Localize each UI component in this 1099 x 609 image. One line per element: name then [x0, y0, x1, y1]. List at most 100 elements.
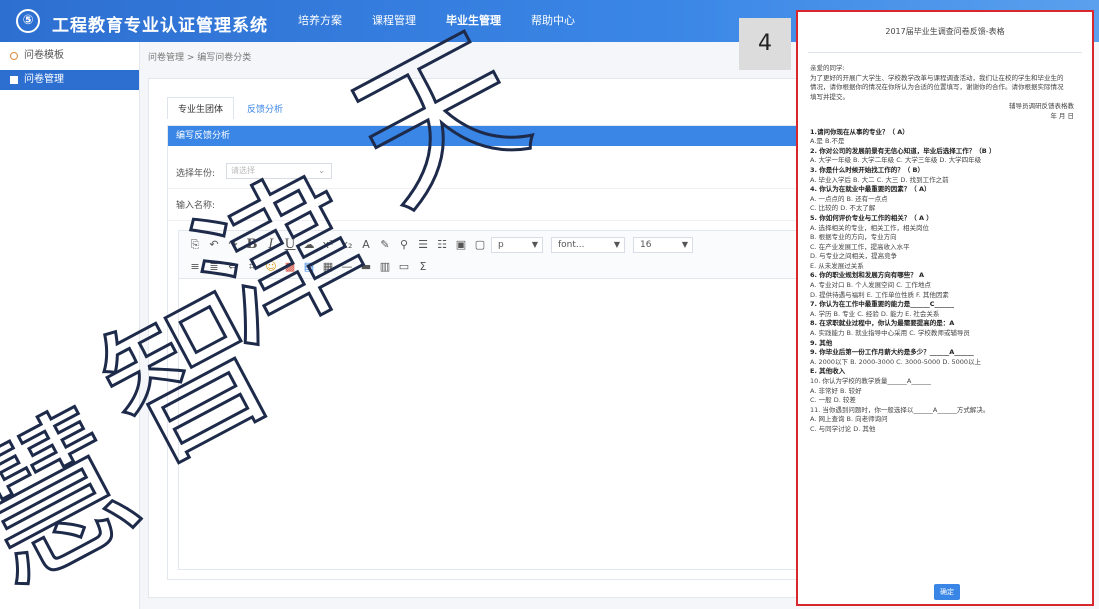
document-line: A. 2000以下 B. 2000-3000 C. 3000-5000 D. 5…: [810, 357, 982, 366]
table-icon[interactable]: ▥: [377, 259, 393, 275]
italic-icon[interactable]: I: [263, 237, 279, 253]
document-line: A. 大学一年级 B. 大学二年级 C. 大学三年级 D. 大学四年级: [810, 156, 982, 165]
caret-down-icon: ▼: [531, 240, 538, 249]
source-icon[interactable]: ⎘: [187, 237, 203, 253]
link-icon[interactable]: ⇔: [225, 259, 241, 275]
document-line: 亲爱的同学:: [810, 64, 845, 72]
video-icon[interactable]: ▤: [301, 259, 317, 275]
select-all-icon[interactable]: ▣: [453, 237, 469, 253]
document-line: A. 学历 B. 专业 C. 经验 D. 能力 E. 社会关系: [810, 309, 940, 318]
sidebar-item-label: 问卷模板: [24, 50, 64, 61]
edit-panel: 编写反馈分析 选择年份: 请选择 ⌄ 输入名称: ⎘ ↶ ↷ B I U ☁ x…: [167, 125, 806, 580]
document-line: D. 提供待遇与福利 E. 工作单位性质 F. 其他因素: [810, 290, 949, 299]
document-line: 填写并提交。: [810, 92, 849, 101]
unordered-list-icon[interactable]: ☷: [434, 237, 450, 253]
superscript-icon[interactable]: x²: [320, 237, 336, 253]
align-center-icon[interactable]: ≣: [206, 259, 222, 275]
step-badge: 4: [739, 18, 791, 70]
image-icon[interactable]: ▩: [282, 259, 298, 275]
sidebar-item-label: 问卷管理: [24, 74, 64, 85]
document-line: B. 根据专业的方向，专业方向: [810, 233, 897, 242]
document-line: A. 选择相关的专业，相关工作，相关岗位: [810, 223, 929, 232]
document-line: 9. 其他: [810, 338, 833, 347]
document-line: 10. 你认为学校的教学质量______A______: [810, 377, 931, 385]
document-line: 6. 你的职业规划和发展方向有哪些？ A: [810, 271, 925, 280]
document-line: A. 网上查询 B. 向老师询问: [810, 415, 888, 424]
document-line: A. 实践能力 B. 就业指导中心采用 C. 学校教师或辅导员: [810, 329, 970, 338]
font-size-select-value: 16: [640, 240, 652, 250]
document-line: A. 毕业入学后 B. 大二 C. 大三 D. 找到工作之前: [810, 175, 949, 184]
template-icon[interactable]: ▭: [396, 259, 412, 275]
paragraph-select[interactable]: p ▼: [491, 237, 543, 253]
nav-item-graduate-management[interactable]: 毕业生管理: [446, 0, 527, 42]
sidebar-item-survey-template[interactable]: 问卷模板: [0, 46, 139, 66]
horizontal-rule-icon[interactable]: —: [339, 259, 355, 275]
document-line: A. 专业对口 B. 个人发展空间 C. 工作地点: [810, 281, 931, 290]
subscript-icon[interactable]: x₂: [339, 237, 355, 253]
breadcrumb: 问卷管理 > 编写问卷分类: [148, 53, 252, 63]
document-line: 2. 你对公司的发展前景有无信心知道，毕业后选择工作？（B ）: [810, 146, 996, 155]
toolbar-row-2: ≡ ≣ ⇔ ⌗ ☺ ▩ ▤ ▦ — ▬ ▥ ▭ Σ: [187, 259, 434, 275]
document-line: 辅导员调研反馈表格教: [1009, 102, 1074, 111]
logo-icon: ⑤: [16, 9, 40, 33]
document-line: C. 比较的 D. 不太了解: [810, 204, 876, 213]
circle-icon: [10, 52, 18, 60]
nav-item-help-center[interactable]: 帮助中心: [531, 0, 601, 42]
confirm-button[interactable]: 确定: [934, 584, 960, 600]
sidebar-item-survey-management[interactable]: 问卷管理: [0, 70, 139, 90]
document-line: C. 与同学讨论 D. 其他: [810, 424, 876, 433]
tab-feedback-analysis[interactable]: 反馈分析: [236, 97, 295, 119]
toolbar-row-1: ⎘ ↶ ↷ B I U ☁ x² x₂ A ✎ ⚲ ☰ ☷ ▣ ▢ p ▼ fo…: [187, 237, 701, 253]
redo-icon[interactable]: ↷: [225, 237, 241, 253]
highlight-icon[interactable]: ✎: [377, 237, 393, 253]
year-row: 选择年份: 请选择 ⌄: [176, 163, 332, 179]
app-title: 工程教育专业认证管理系统: [52, 16, 268, 36]
formula-icon[interactable]: Σ: [415, 259, 431, 275]
underline-icon[interactable]: U: [282, 237, 298, 253]
tab-graduate-group[interactable]: 专业生团体: [167, 97, 235, 119]
divider: [168, 188, 805, 189]
nav-item-training-plan[interactable]: 培养方案: [298, 0, 368, 42]
font-family-select[interactable]: font... ▼: [551, 237, 625, 253]
font-family-select-value: font...: [558, 240, 585, 250]
document-line: 8. 在求职就业过程中，你认为最需要提高的是：A: [810, 319, 955, 328]
eraser-icon[interactable]: ⚲: [396, 237, 412, 253]
document-line: 4. 你认为在就业中最重要的因素？（ A）: [810, 185, 931, 194]
strikethrough-icon[interactable]: ☁: [301, 237, 317, 253]
grid-icon: [10, 76, 18, 84]
document-preview: 2017届毕业生调查问卷反馈-表格 亲爱的同学: 为了更好的开展广大学生、学校教学…: [796, 10, 1094, 606]
undo-icon[interactable]: ↶: [206, 237, 222, 253]
caret-down-icon: ▼: [681, 240, 688, 249]
document-line: 9. 你毕业后第一份工作月薪大约是多少？______A______: [810, 348, 974, 357]
anchor-icon[interactable]: ⌗: [244, 259, 260, 275]
divider: [808, 52, 1082, 53]
document-line: 3. 你是什么时候开始找工作的？（ B）: [810, 165, 924, 174]
clear-doc-icon[interactable]: ▢: [472, 237, 488, 253]
document-line: E. 其他收入: [810, 367, 846, 376]
bold-icon[interactable]: B: [244, 237, 260, 253]
document-line: 5. 你如何评价专业与工作的相关？（ A ）: [810, 213, 933, 222]
document-body: 亲爱的同学: 为了更好的开展广大学生、学校教学改革与课程调查活动，我们让在校的学生…: [810, 64, 1082, 435]
name-row: 输入名称:: [176, 198, 215, 211]
document-line: A. 一点点的 B. 还有一点点: [810, 194, 888, 203]
document-line: A.是 B.不是: [810, 137, 845, 146]
document-title: 2017届毕业生调查问卷反馈-表格: [885, 27, 1005, 36]
nav-item-course-management[interactable]: 课程管理: [372, 0, 442, 42]
document-line: 1.请问你现在从事的专业？（ A）: [810, 127, 909, 136]
map-icon[interactable]: ▦: [320, 259, 336, 275]
emoji-icon[interactable]: ☺: [263, 259, 279, 275]
editor-toolbar: ⎘ ↶ ↷ B I U ☁ x² x₂ A ✎ ⚲ ☰ ☷ ▣ ▢ p ▼ fo…: [179, 231, 806, 279]
ordered-list-icon[interactable]: ☰: [415, 237, 431, 253]
document-line: 年 月 日: [1050, 111, 1074, 120]
name-label: 输入名称:: [176, 201, 216, 211]
document-line: A. 非常好 B. 较好: [810, 386, 862, 395]
sidebar: 问卷模板 问卷管理: [0, 42, 140, 609]
date-icon[interactable]: ▬: [358, 259, 374, 275]
font-size-select[interactable]: 16 ▼: [633, 237, 693, 253]
year-select[interactable]: 请选择 ⌄: [226, 163, 332, 179]
top-nav: 培养方案 课程管理 毕业生管理 帮助中心: [298, 0, 605, 42]
font-color-icon[interactable]: A: [358, 237, 374, 253]
rich-text-editor[interactable]: ⎘ ↶ ↷ B I U ☁ x² x₂ A ✎ ⚲ ☰ ☷ ▣ ▢ p ▼ fo…: [178, 230, 806, 570]
document-line: C. 在产业发展工作，提高收入水平: [810, 242, 910, 251]
align-left-icon[interactable]: ≡: [187, 259, 203, 275]
